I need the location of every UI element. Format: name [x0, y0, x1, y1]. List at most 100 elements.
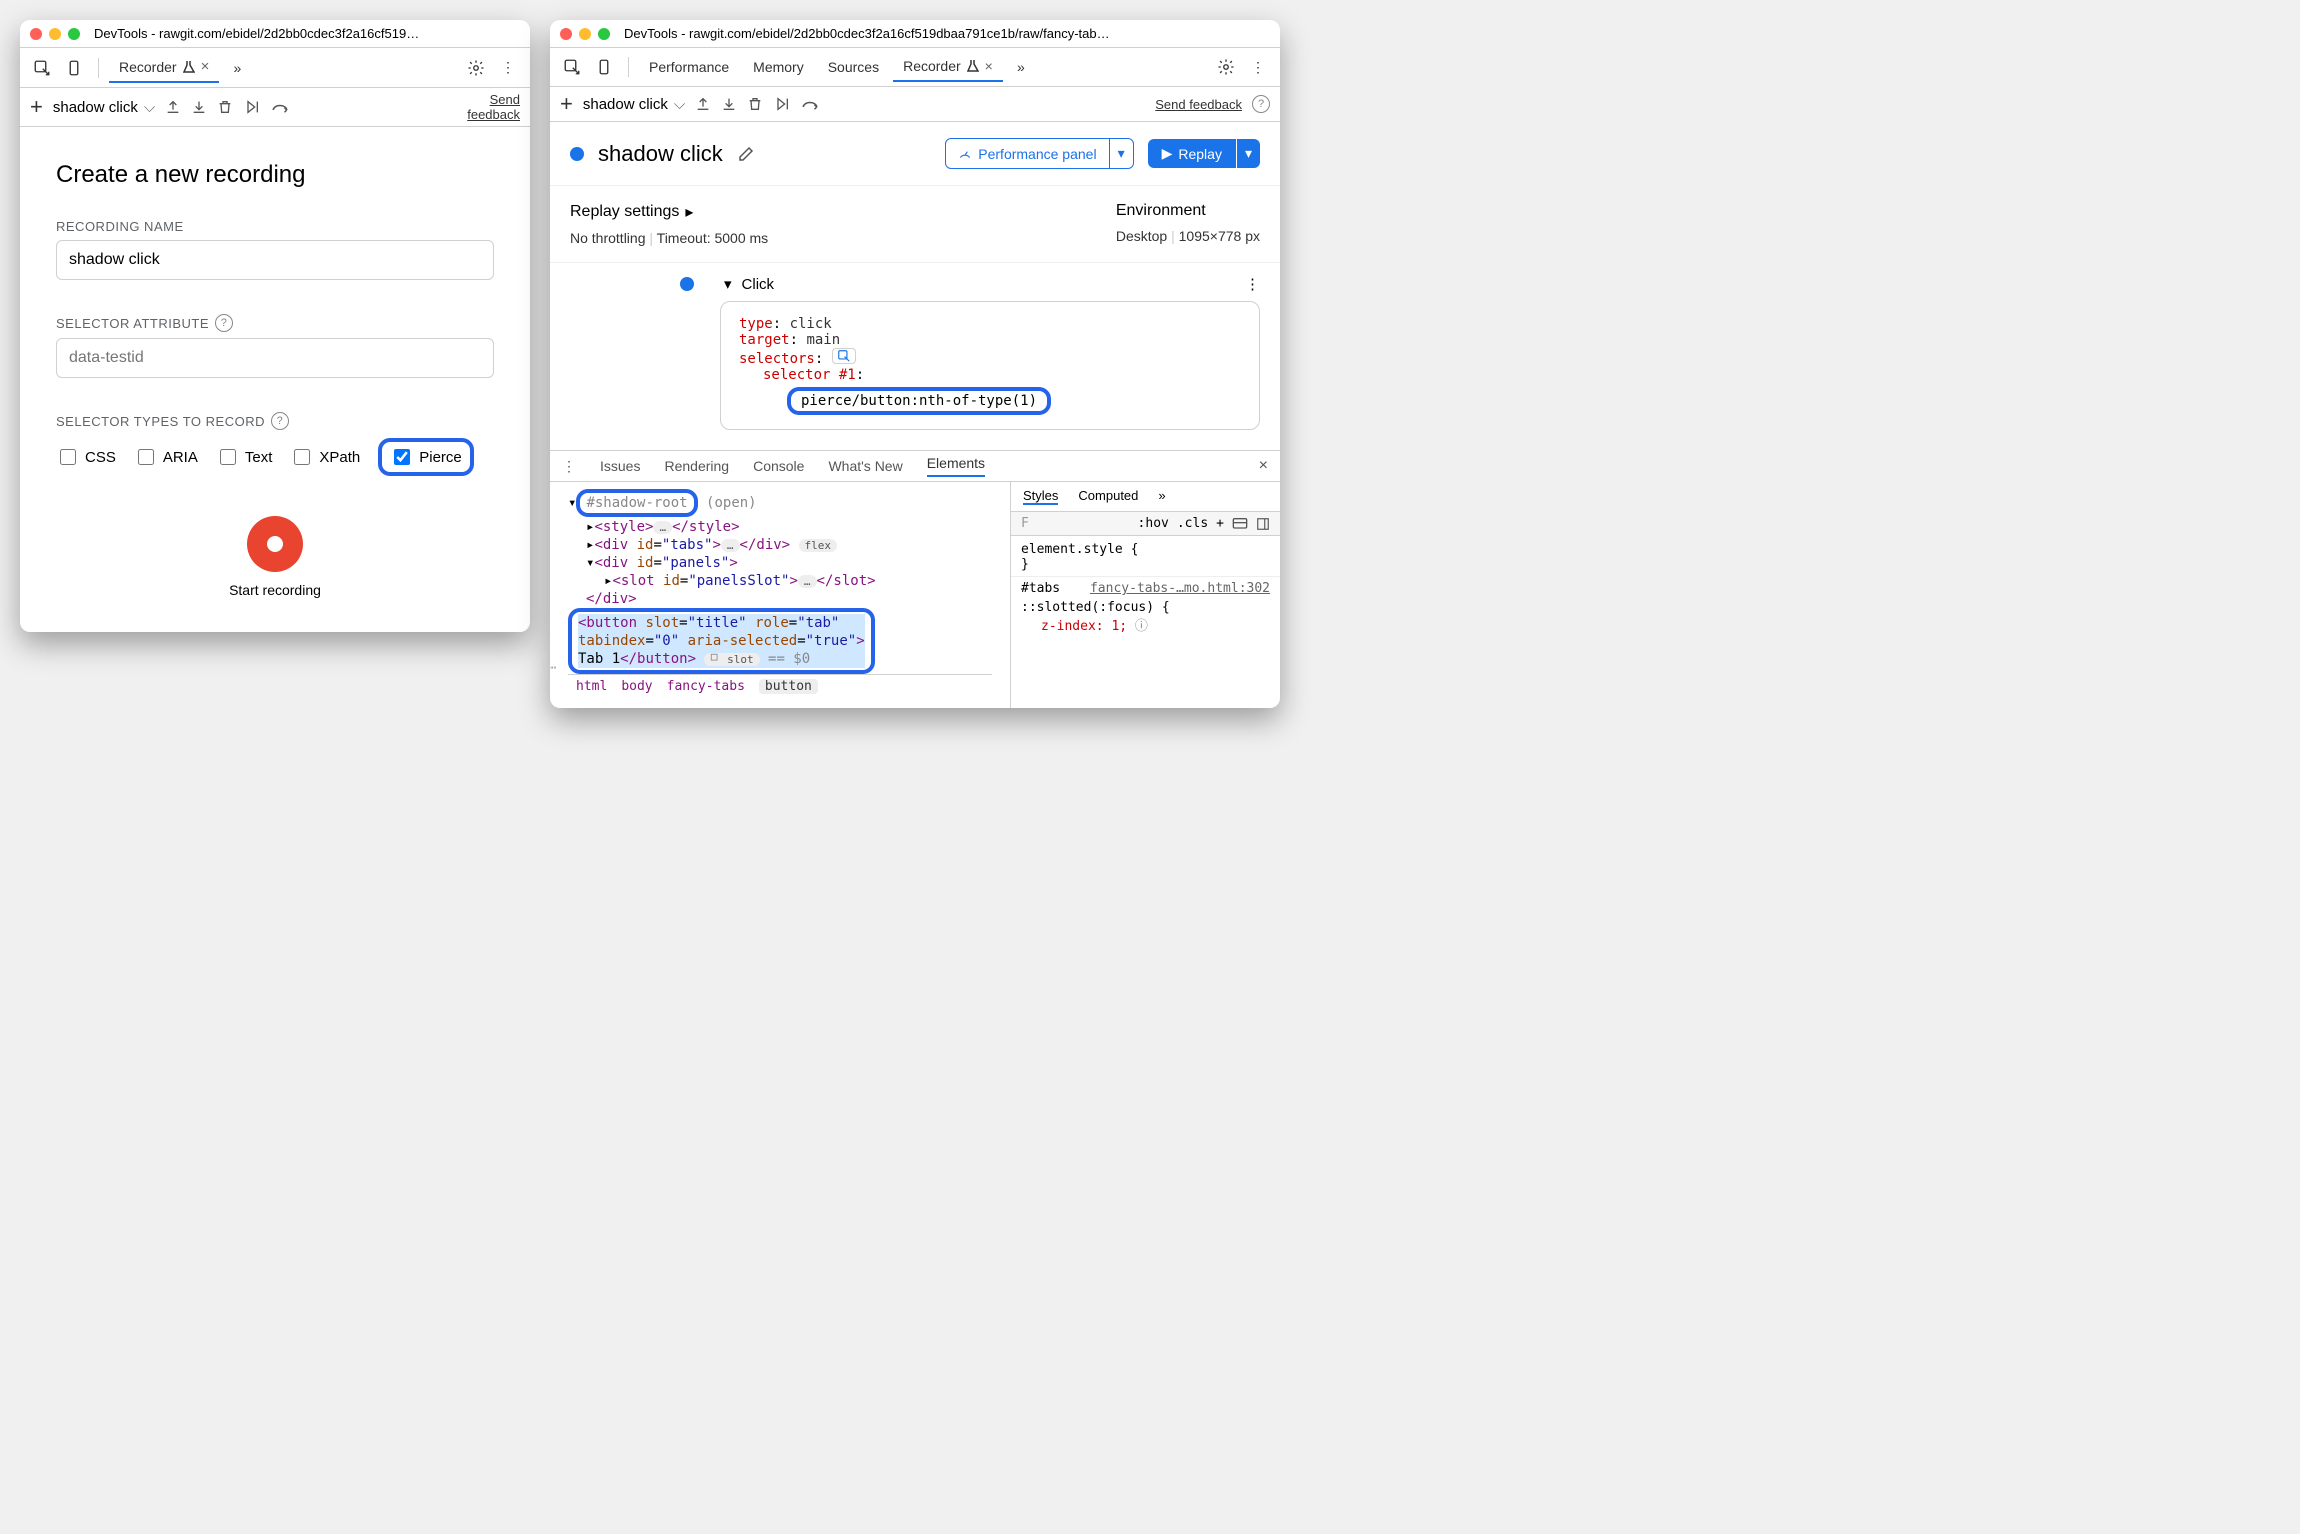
step-kebab-icon[interactable]: ⋮: [1245, 275, 1260, 293]
minimize-icon[interactable]: [49, 28, 61, 40]
send-feedback-link[interactable]: Send feedback: [450, 92, 520, 122]
recording-name-label: RECORDING NAME: [56, 219, 494, 234]
selector-attribute-label: SELECTOR ATTRIBUTE?: [56, 314, 494, 332]
checkbox-pierce[interactable]: Pierce: [378, 438, 474, 476]
checkbox-text[interactable]: Text: [216, 438, 273, 476]
step-over-icon[interactable]: [271, 101, 289, 113]
step-over-icon[interactable]: [801, 98, 819, 110]
more-styles-tabs-icon[interactable]: »: [1158, 488, 1165, 505]
settings-row: Replay settings ▸ No throttlingTimeout: …: [550, 186, 1280, 263]
traffic-lights[interactable]: [560, 28, 610, 40]
drawer-tab-rendering[interactable]: Rendering: [664, 458, 729, 474]
inspect-icon[interactable]: [558, 53, 586, 81]
record-icon: [247, 516, 303, 572]
start-recording-label: Start recording: [56, 582, 494, 598]
replay-settings-toggle[interactable]: Replay settings ▸: [570, 202, 768, 222]
recording-name-input[interactable]: [56, 240, 494, 280]
tab-sources[interactable]: Sources: [818, 53, 889, 81]
breadcrumb[interactable]: htmlbodyfancy-tabsbutton: [568, 674, 992, 698]
step-card: type: click target: main selectors: sele…: [720, 301, 1260, 430]
performance-dropdown[interactable]: ▾: [1110, 138, 1134, 169]
play-step-icon[interactable]: [243, 99, 261, 115]
close-icon[interactable]: [30, 28, 42, 40]
replay-button[interactable]: ▶ Replay: [1148, 139, 1236, 168]
edit-icon[interactable]: [737, 145, 755, 163]
recording-select[interactable]: shadow click⌵: [53, 99, 155, 116]
kebab-icon[interactable]: ⋮: [494, 54, 522, 82]
styles-tab[interactable]: Styles: [1023, 488, 1058, 505]
delete-icon[interactable]: [217, 99, 233, 115]
drawer-tab-issues[interactable]: Issues: [600, 458, 640, 474]
import-icon[interactable]: [721, 96, 737, 112]
css-rule[interactable]: ::slotted(:focus) {: [1021, 600, 1270, 615]
selector-value: pierce/button:nth-of-type(1): [787, 387, 1051, 415]
export-icon[interactable]: [165, 99, 181, 115]
device-icon[interactable]: [60, 54, 88, 82]
more-tabs-icon[interactable]: »: [1007, 53, 1035, 81]
selector-attribute-input[interactable]: [56, 338, 494, 378]
checkbox-xpath[interactable]: XPath: [290, 438, 360, 476]
help-icon[interactable]: ?: [271, 412, 289, 430]
flask-icon: [967, 59, 979, 73]
new-rule-icon[interactable]: +: [1216, 516, 1224, 531]
delete-icon[interactable]: [747, 96, 763, 112]
new-recording-button[interactable]: +: [30, 94, 43, 120]
tab-recorder[interactable]: Recorder ×: [109, 52, 219, 83]
drawer-tab-elements[interactable]: Elements: [927, 455, 985, 477]
css-selector: #tabs: [1021, 581, 1060, 596]
sidebar-icon[interactable]: [1256, 517, 1270, 531]
computed-tab[interactable]: Computed: [1078, 488, 1138, 505]
devtools-window-right: DevTools - rawgit.com/ebidel/2d2bb0cdec3…: [550, 20, 1280, 708]
device-icon[interactable]: [590, 53, 618, 81]
filter-input[interactable]: F: [1021, 516, 1130, 531]
toggle-icon[interactable]: [1232, 517, 1248, 531]
tab-recorder[interactable]: Recorder×: [893, 52, 1003, 82]
drawer-tab-whatsnew[interactable]: What's New: [828, 458, 902, 474]
more-tabs-icon[interactable]: »: [223, 54, 251, 82]
close-tab-icon[interactable]: ×: [985, 58, 993, 74]
gear-icon[interactable]: [1212, 53, 1240, 81]
step-name[interactable]: Click: [742, 276, 775, 293]
styles-panel: Styles Computed » F :hov .cls + element.…: [1010, 482, 1280, 708]
env-size: 1095×778 px: [1167, 228, 1260, 244]
play-step-icon[interactable]: [773, 96, 791, 112]
tab-performance[interactable]: Performance: [639, 53, 739, 81]
hov-button[interactable]: :hov: [1138, 516, 1169, 531]
zoom-icon[interactable]: [68, 28, 80, 40]
recording-select[interactable]: shadow click⌵: [583, 96, 685, 113]
checkbox-css[interactable]: CSS: [56, 438, 116, 476]
window-title: DevTools - rawgit.com/ebidel/2d2bb0cdec3…: [624, 26, 1110, 41]
performance-panel-button[interactable]: Performance panel: [945, 138, 1109, 169]
pick-selector-icon[interactable]: [832, 348, 856, 364]
kebab-icon[interactable]: ⋮: [1244, 53, 1272, 81]
send-feedback-link[interactable]: Send feedback: [1155, 97, 1242, 112]
drawer-tab-console[interactable]: Console: [753, 458, 804, 474]
close-tab-icon[interactable]: ×: [201, 58, 210, 75]
drawer-kebab-icon[interactable]: ⋮: [562, 458, 576, 475]
environment-label: Environment: [1116, 202, 1260, 220]
help-icon[interactable]: ?: [215, 314, 233, 332]
window-title: DevTools - rawgit.com/ebidel/2d2bb0cdec3…: [94, 26, 419, 41]
recording-indicator-icon: [570, 147, 584, 161]
help-icon[interactable]: ?: [1252, 95, 1270, 113]
import-icon[interactable]: [191, 99, 207, 115]
gear-icon[interactable]: [462, 54, 490, 82]
cls-button[interactable]: .cls: [1177, 516, 1208, 531]
drawer-close-icon[interactable]: ×: [1259, 457, 1268, 475]
source-link[interactable]: fancy-tabs-…mo.html:302: [1090, 581, 1270, 596]
create-recording-panel: Create a new recording RECORDING NAME SE…: [20, 127, 530, 632]
recorder-subbar: + shadow click⌵ Send feedback ?: [550, 87, 1280, 122]
titlebar: DevTools - rawgit.com/ebidel/2d2bb0cdec3…: [20, 20, 530, 48]
traffic-lights[interactable]: [30, 28, 80, 40]
env-device: Desktop: [1116, 228, 1167, 244]
start-recording-button[interactable]: Start recording: [56, 516, 494, 598]
tab-memory[interactable]: Memory: [743, 53, 814, 81]
replay-dropdown[interactable]: ▾: [1237, 139, 1260, 168]
inspect-icon[interactable]: [28, 54, 56, 82]
dom-tree[interactable]: ▾#shadow-root (open) ▸<style>…</style> ▸…: [550, 482, 1010, 708]
export-icon[interactable]: [695, 96, 711, 112]
selector-types-label: SELECTOR TYPES TO RECORD?: [56, 412, 494, 430]
css-rule[interactable]: element.style {: [1021, 542, 1270, 557]
checkbox-aria[interactable]: ARIA: [134, 438, 198, 476]
new-recording-button[interactable]: +: [560, 91, 573, 117]
